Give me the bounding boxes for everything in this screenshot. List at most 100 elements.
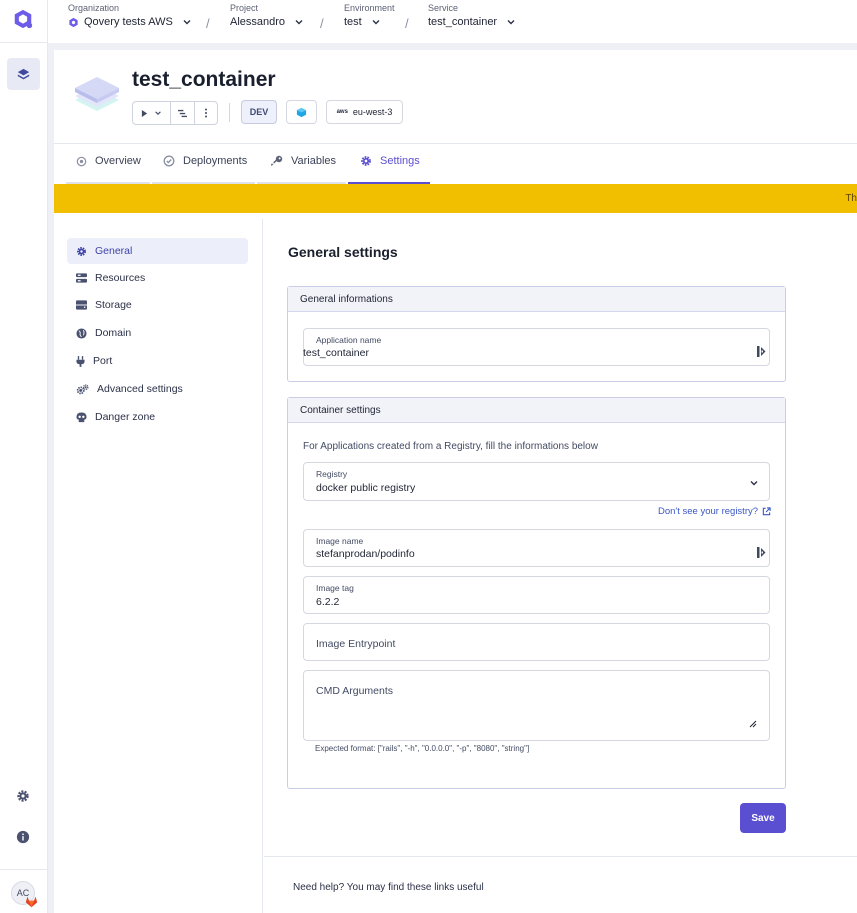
section-title: General settings [288, 244, 398, 260]
breadcrumb-label: Environment [344, 3, 395, 13]
registry-select[interactable]: Registry docker public registry [303, 462, 770, 501]
image-tag-field[interactable]: Image tag 6.2.2 [303, 576, 770, 614]
link-text: Don't see your registry? [658, 506, 759, 517]
gear-icon [77, 246, 86, 256]
play-icon [141, 109, 148, 117]
more-vertical-icon [205, 108, 207, 118]
more-button[interactable] [195, 102, 217, 124]
settings-nav-danger-zone[interactable]: Danger zone [67, 404, 248, 430]
settings-nav-general[interactable]: General [67, 238, 248, 264]
gear-icon[interactable] [16, 789, 30, 803]
breadcrumb-project[interactable]: Project Alessandro [230, 3, 304, 28]
tab-settings[interactable]: Settings [360, 155, 420, 167]
breadcrumb-separator: / [405, 16, 409, 31]
settings-nav-storage[interactable]: Storage [67, 292, 248, 318]
field-value: stefanprodan/podinfo [316, 548, 415, 560]
resize-handle-icon[interactable] [749, 720, 757, 728]
tab-overview[interactable]: Overview [76, 155, 141, 167]
cube-icon [296, 107, 307, 117]
application-name-field[interactable]: Application name test_container [303, 328, 770, 366]
field-value: docker public registry [316, 482, 416, 494]
breadcrumb-label: Organization [68, 3, 120, 13]
layers-icon [17, 68, 30, 79]
qovery-logo[interactable] [12, 8, 34, 30]
rail-divider [0, 42, 48, 43]
breadcrumb-value: Qovery tests AWS [84, 16, 173, 28]
registry-help-link[interactable]: Don't see your registry? [658, 506, 771, 517]
storage-icon [76, 300, 87, 310]
skull-icon [76, 411, 87, 422]
left-rail: AC [0, 0, 48, 913]
image-name-field[interactable]: Image name stefanprodan/podinfo [303, 529, 770, 567]
password-manager-icon[interactable] [757, 547, 766, 558]
breadcrumb-label: Project [230, 3, 259, 13]
settings-nav-label: General [95, 245, 133, 257]
service-actions-group [132, 101, 218, 125]
save-button[interactable]: Save [740, 803, 786, 833]
info-icon[interactable] [16, 830, 30, 844]
gears-icon [76, 383, 89, 394]
logs-button[interactable] [171, 102, 195, 124]
tab-variables[interactable]: Variables [270, 155, 336, 167]
settings-nav-label: Resources [95, 272, 146, 284]
settings-nav-label: Domain [95, 327, 132, 339]
deploy-button[interactable] [133, 102, 171, 124]
chevron-down-icon [183, 20, 191, 25]
registry-note: For Applications created from a Registry… [303, 441, 598, 452]
settings-nav-resources[interactable]: Resources [67, 265, 248, 291]
region-badge: aws eu-west-3 [326, 100, 403, 124]
breadcrumb-environment[interactable]: Environment test [344, 3, 395, 28]
environment-mode-badge: DEV [241, 100, 277, 124]
tab-label: Overview [95, 155, 141, 167]
help-text: Need help? You may find these links usef… [293, 882, 484, 893]
breadcrumb-value: test [344, 16, 362, 28]
breadcrumb-separator: / [320, 16, 324, 31]
chevron-down-icon [295, 20, 303, 25]
environments-nav-button[interactable] [7, 58, 40, 90]
cmd-arguments-textarea[interactable]: CMD Arguments [303, 670, 770, 741]
breadcrumb-separator: / [206, 16, 210, 31]
settings-nav-label: Danger zone [95, 411, 156, 423]
region-label: eu-west-3 [352, 107, 393, 117]
settings-nav-label: Port [93, 355, 113, 367]
settings-nav-label: Advanced settings [97, 383, 183, 395]
field-label: Application name [316, 335, 382, 345]
rail-divider [0, 869, 48, 870]
qovery-org-icon [69, 17, 78, 27]
tab-label: Deployments [183, 155, 248, 167]
logs-icon [178, 109, 187, 117]
page-title: test_container [132, 68, 276, 91]
chevron-down-icon [372, 20, 380, 25]
settings-nav-advanced[interactable]: Advanced settings [67, 376, 248, 402]
card-title: Container settings [288, 398, 785, 423]
plug-icon [76, 355, 85, 367]
field-value: 6.2.2 [316, 596, 340, 608]
kubernetes-badge [286, 100, 317, 124]
tab-label: Variables [291, 155, 337, 167]
breadcrumb-label: Service [428, 3, 459, 13]
chevron-down-icon [155, 111, 161, 115]
chevron-down-icon [750, 481, 758, 486]
circle-dot-icon [76, 156, 87, 166]
field-placeholder: Image Entrypoint [316, 638, 396, 650]
key-icon [271, 155, 283, 166]
field-placeholder: CMD Arguments [316, 685, 394, 697]
aws-icon: aws [336, 109, 348, 115]
tab-deployments[interactable]: Deployments [163, 155, 247, 167]
application-icon [75, 77, 119, 111]
settings-nav-port[interactable]: Port [67, 348, 248, 374]
tabs-divider [54, 143, 857, 144]
resources-icon [76, 273, 87, 283]
field-label: Registry [316, 469, 348, 479]
tab-label: Settings [380, 155, 420, 167]
warning-banner: Th [54, 184, 857, 213]
card-title: General informations [288, 287, 785, 312]
breadcrumb-service[interactable]: Service test_container [428, 3, 516, 28]
image-entrypoint-field[interactable]: Image Entrypoint [303, 623, 770, 661]
globe-icon [76, 327, 87, 339]
field-label: Image tag [316, 583, 354, 593]
divider [229, 103, 230, 122]
password-manager-icon[interactable] [757, 346, 766, 357]
breadcrumb-organization[interactable]: Organization Qovery tests AWS [68, 3, 192, 28]
settings-nav-domain[interactable]: Domain [67, 320, 248, 346]
